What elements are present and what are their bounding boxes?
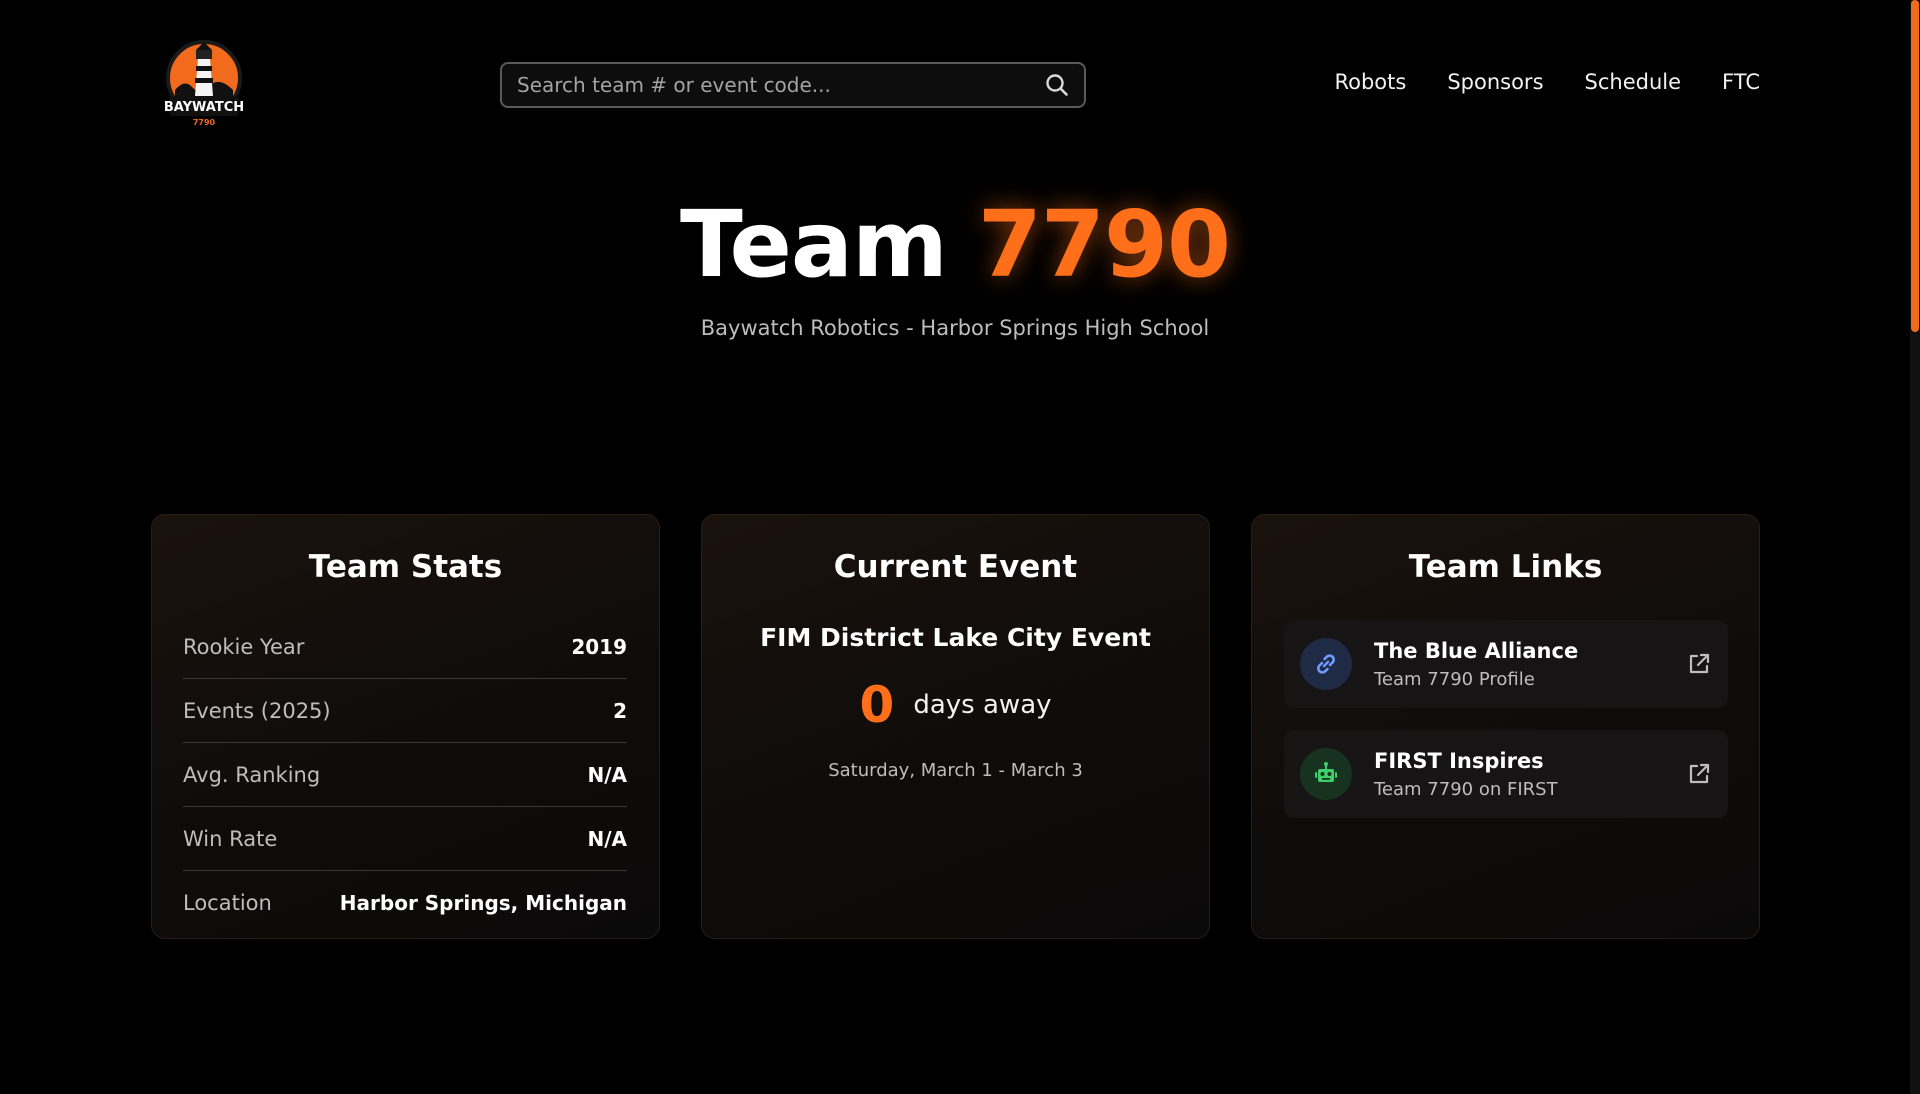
stat-row-events: Events (2025) 2 <box>183 679 627 743</box>
baywatch-logo[interactable]: BAYWATCH 7790 <box>163 38 245 130</box>
link-text: FIRST Inspires Team 7790 on FIRST <box>1374 749 1686 800</box>
link-title: The Blue Alliance <box>1374 638 1579 663</box>
page-scrollbar[interactable] <box>1910 0 1920 1094</box>
stat-label: Avg. Ranking <box>183 762 321 787</box>
nav-sponsors[interactable]: Sponsors <box>1447 70 1543 94</box>
current-event-card: Current Event FIM District Lake City Eve… <box>701 514 1210 939</box>
stat-value: 2019 <box>571 634 627 659</box>
team-stats-title: Team Stats <box>308 549 503 585</box>
external-link-icon[interactable] <box>1686 761 1712 787</box>
stat-label: Events (2025) <box>183 698 331 723</box>
link-badge <box>1300 748 1352 800</box>
stat-row-location: Location Harbor Springs, Michigan <box>183 871 627 935</box>
external-link-icon[interactable] <box>1686 651 1712 677</box>
link-blue-alliance[interactable]: The Blue Alliance Team 7790 Profile <box>1284 620 1728 708</box>
stat-row-rookie-year: Rookie Year 2019 <box>183 615 627 679</box>
link-first-inspires[interactable]: FIRST Inspires Team 7790 on FIRST <box>1284 730 1728 818</box>
main-nav: Robots Sponsors Schedule FTC <box>1334 70 1760 94</box>
team-stats-card: Team Stats Rookie Year 2019 Events (2025… <box>151 514 660 939</box>
scrollbar-thumb[interactable] <box>1911 0 1919 332</box>
stat-row-avg-ranking: Avg. Ranking N/A <box>183 743 627 807</box>
svg-text:BAYWATCH: BAYWATCH <box>164 100 244 115</box>
stat-value: N/A <box>587 826 627 851</box>
nav-ftc[interactable]: FTC <box>1722 70 1760 94</box>
stats-list: Rookie Year 2019 Events (2025) 2 Avg. Ra… <box>183 615 627 935</box>
lighthouse-logo-icon: BAYWATCH 7790 <box>164 40 244 127</box>
link-text: The Blue Alliance Team 7790 Profile <box>1374 639 1686 690</box>
countdown-label: days away <box>913 690 1052 720</box>
link-title: FIRST Inspires <box>1374 748 1544 773</box>
search-input[interactable] <box>517 73 1044 97</box>
countdown-days: 0 <box>859 676 895 734</box>
current-event-title: Current Event <box>833 549 1078 585</box>
stat-label: Win Rate <box>183 826 278 851</box>
stat-label: Location <box>183 891 272 915</box>
event-dates: Saturday, March 1 - March 3 <box>828 760 1083 781</box>
robot-icon <box>1315 762 1337 782</box>
countdown: 0 days away <box>702 676 1209 734</box>
search-icon[interactable] <box>1044 72 1070 98</box>
link-subtitle: Team 7790 on FIRST <box>1374 778 1558 800</box>
event-name: FIM District Lake City Event <box>760 623 1151 652</box>
stat-row-win-rate: Win Rate N/A <box>183 807 627 871</box>
stat-value: N/A <box>587 762 627 787</box>
title-prefix: Team <box>680 191 948 298</box>
link-subtitle: Team 7790 Profile <box>1374 668 1535 690</box>
nav-robots[interactable]: Robots <box>1334 70 1406 94</box>
link-badge <box>1300 638 1352 690</box>
svg-text:7790: 7790 <box>193 118 216 127</box>
stat-value: 2 <box>613 698 627 723</box>
nav-schedule[interactable]: Schedule <box>1585 70 1682 94</box>
team-links-card: Team Links The Blue Alliance Team 7790 P… <box>1251 514 1760 939</box>
team-number: 7790 <box>977 191 1231 298</box>
stat-value: Harbor Springs, Michigan <box>339 891 627 915</box>
page: BAYWATCH 7790 Robots Sponsors Schedule F… <box>0 0 1920 1094</box>
search-bar <box>500 62 1086 108</box>
team-links-title: Team Links <box>1408 549 1603 585</box>
stat-label: Rookie Year <box>183 634 305 659</box>
page-title: Team 7790 <box>0 190 1910 300</box>
link-icon <box>1317 654 1335 674</box>
page-subtitle: Baywatch Robotics - Harbor Springs High … <box>700 316 1210 340</box>
